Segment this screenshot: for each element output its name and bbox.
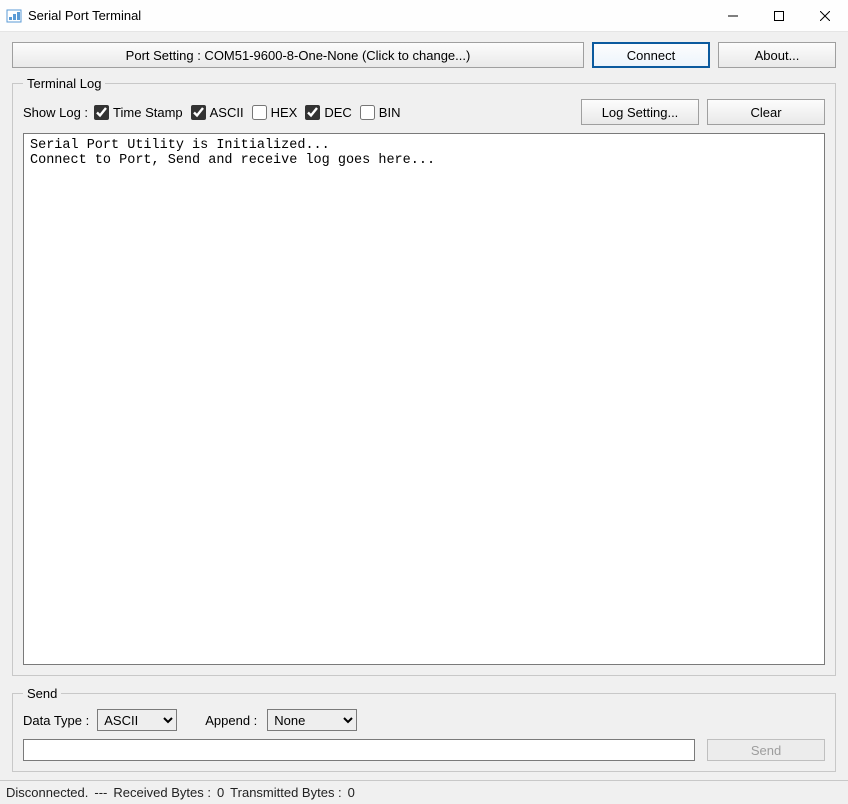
minimize-button[interactable]: [710, 0, 756, 32]
send-input-row: Send: [23, 739, 825, 761]
clear-button[interactable]: Clear: [707, 99, 825, 125]
checkbox-timestamp-input[interactable]: [94, 105, 109, 120]
append-select[interactable]: None: [267, 709, 357, 731]
title-bar: Serial Port Terminal: [0, 0, 848, 32]
send-input[interactable]: [23, 739, 695, 761]
app-icon: [6, 8, 22, 24]
showlog-label: Show Log :: [23, 105, 88, 120]
checkbox-timestamp[interactable]: Time Stamp: [94, 105, 183, 120]
checkbox-ascii-input[interactable]: [191, 105, 206, 120]
checkbox-hex-input[interactable]: [252, 105, 267, 120]
checkbox-dec-input[interactable]: [305, 105, 320, 120]
datatype-label: Data Type :: [23, 713, 89, 728]
checkbox-bin-label: BIN: [379, 105, 401, 120]
send-options-row: Data Type : ASCII Append : None: [23, 709, 825, 731]
send-button[interactable]: Send: [707, 739, 825, 761]
maximize-button[interactable]: [756, 0, 802, 32]
checkbox-hex[interactable]: HEX: [252, 105, 298, 120]
log-output[interactable]: Serial Port Utility is Initialized... Co…: [23, 133, 825, 665]
checkbox-dec-label: DEC: [324, 105, 351, 120]
checkbox-timestamp-label: Time Stamp: [113, 105, 183, 120]
checkbox-hex-label: HEX: [271, 105, 298, 120]
checkbox-ascii[interactable]: ASCII: [191, 105, 244, 120]
window-title: Serial Port Terminal: [28, 8, 141, 23]
status-recv-value: 0: [217, 785, 224, 800]
terminal-log-legend: Terminal Log: [23, 76, 105, 91]
checkbox-bin[interactable]: BIN: [360, 105, 401, 120]
checkbox-ascii-label: ASCII: [210, 105, 244, 120]
status-xmit-value: 0: [348, 785, 355, 800]
log-setting-button[interactable]: Log Setting...: [581, 99, 699, 125]
connect-button[interactable]: Connect: [592, 42, 710, 68]
status-xmit-label: Transmitted Bytes :: [230, 785, 342, 800]
datatype-select[interactable]: ASCII: [97, 709, 177, 731]
terminal-log-group: Terminal Log Show Log : Time Stamp ASCII…: [12, 76, 836, 676]
top-toolbar: Port Setting : COM51-9600-8-One-None (Cl…: [0, 32, 848, 74]
status-separator: ---: [94, 785, 107, 800]
log-controls: Show Log : Time Stamp ASCII HEX DEC BIN …: [23, 99, 825, 125]
append-label: Append :: [205, 713, 257, 728]
status-bar: Disconnected. --- Received Bytes : 0 Tra…: [0, 780, 848, 804]
send-group: Send Data Type : ASCII Append : None Sen…: [12, 686, 836, 772]
checkbox-bin-input[interactable]: [360, 105, 375, 120]
status-connection: Disconnected.: [6, 785, 88, 800]
status-recv-label: Received Bytes :: [113, 785, 211, 800]
close-button[interactable]: [802, 0, 848, 32]
checkbox-dec[interactable]: DEC: [305, 105, 351, 120]
about-button[interactable]: About...: [718, 42, 836, 68]
port-setting-button[interactable]: Port Setting : COM51-9600-8-One-None (Cl…: [12, 42, 584, 68]
send-legend: Send: [23, 686, 61, 701]
